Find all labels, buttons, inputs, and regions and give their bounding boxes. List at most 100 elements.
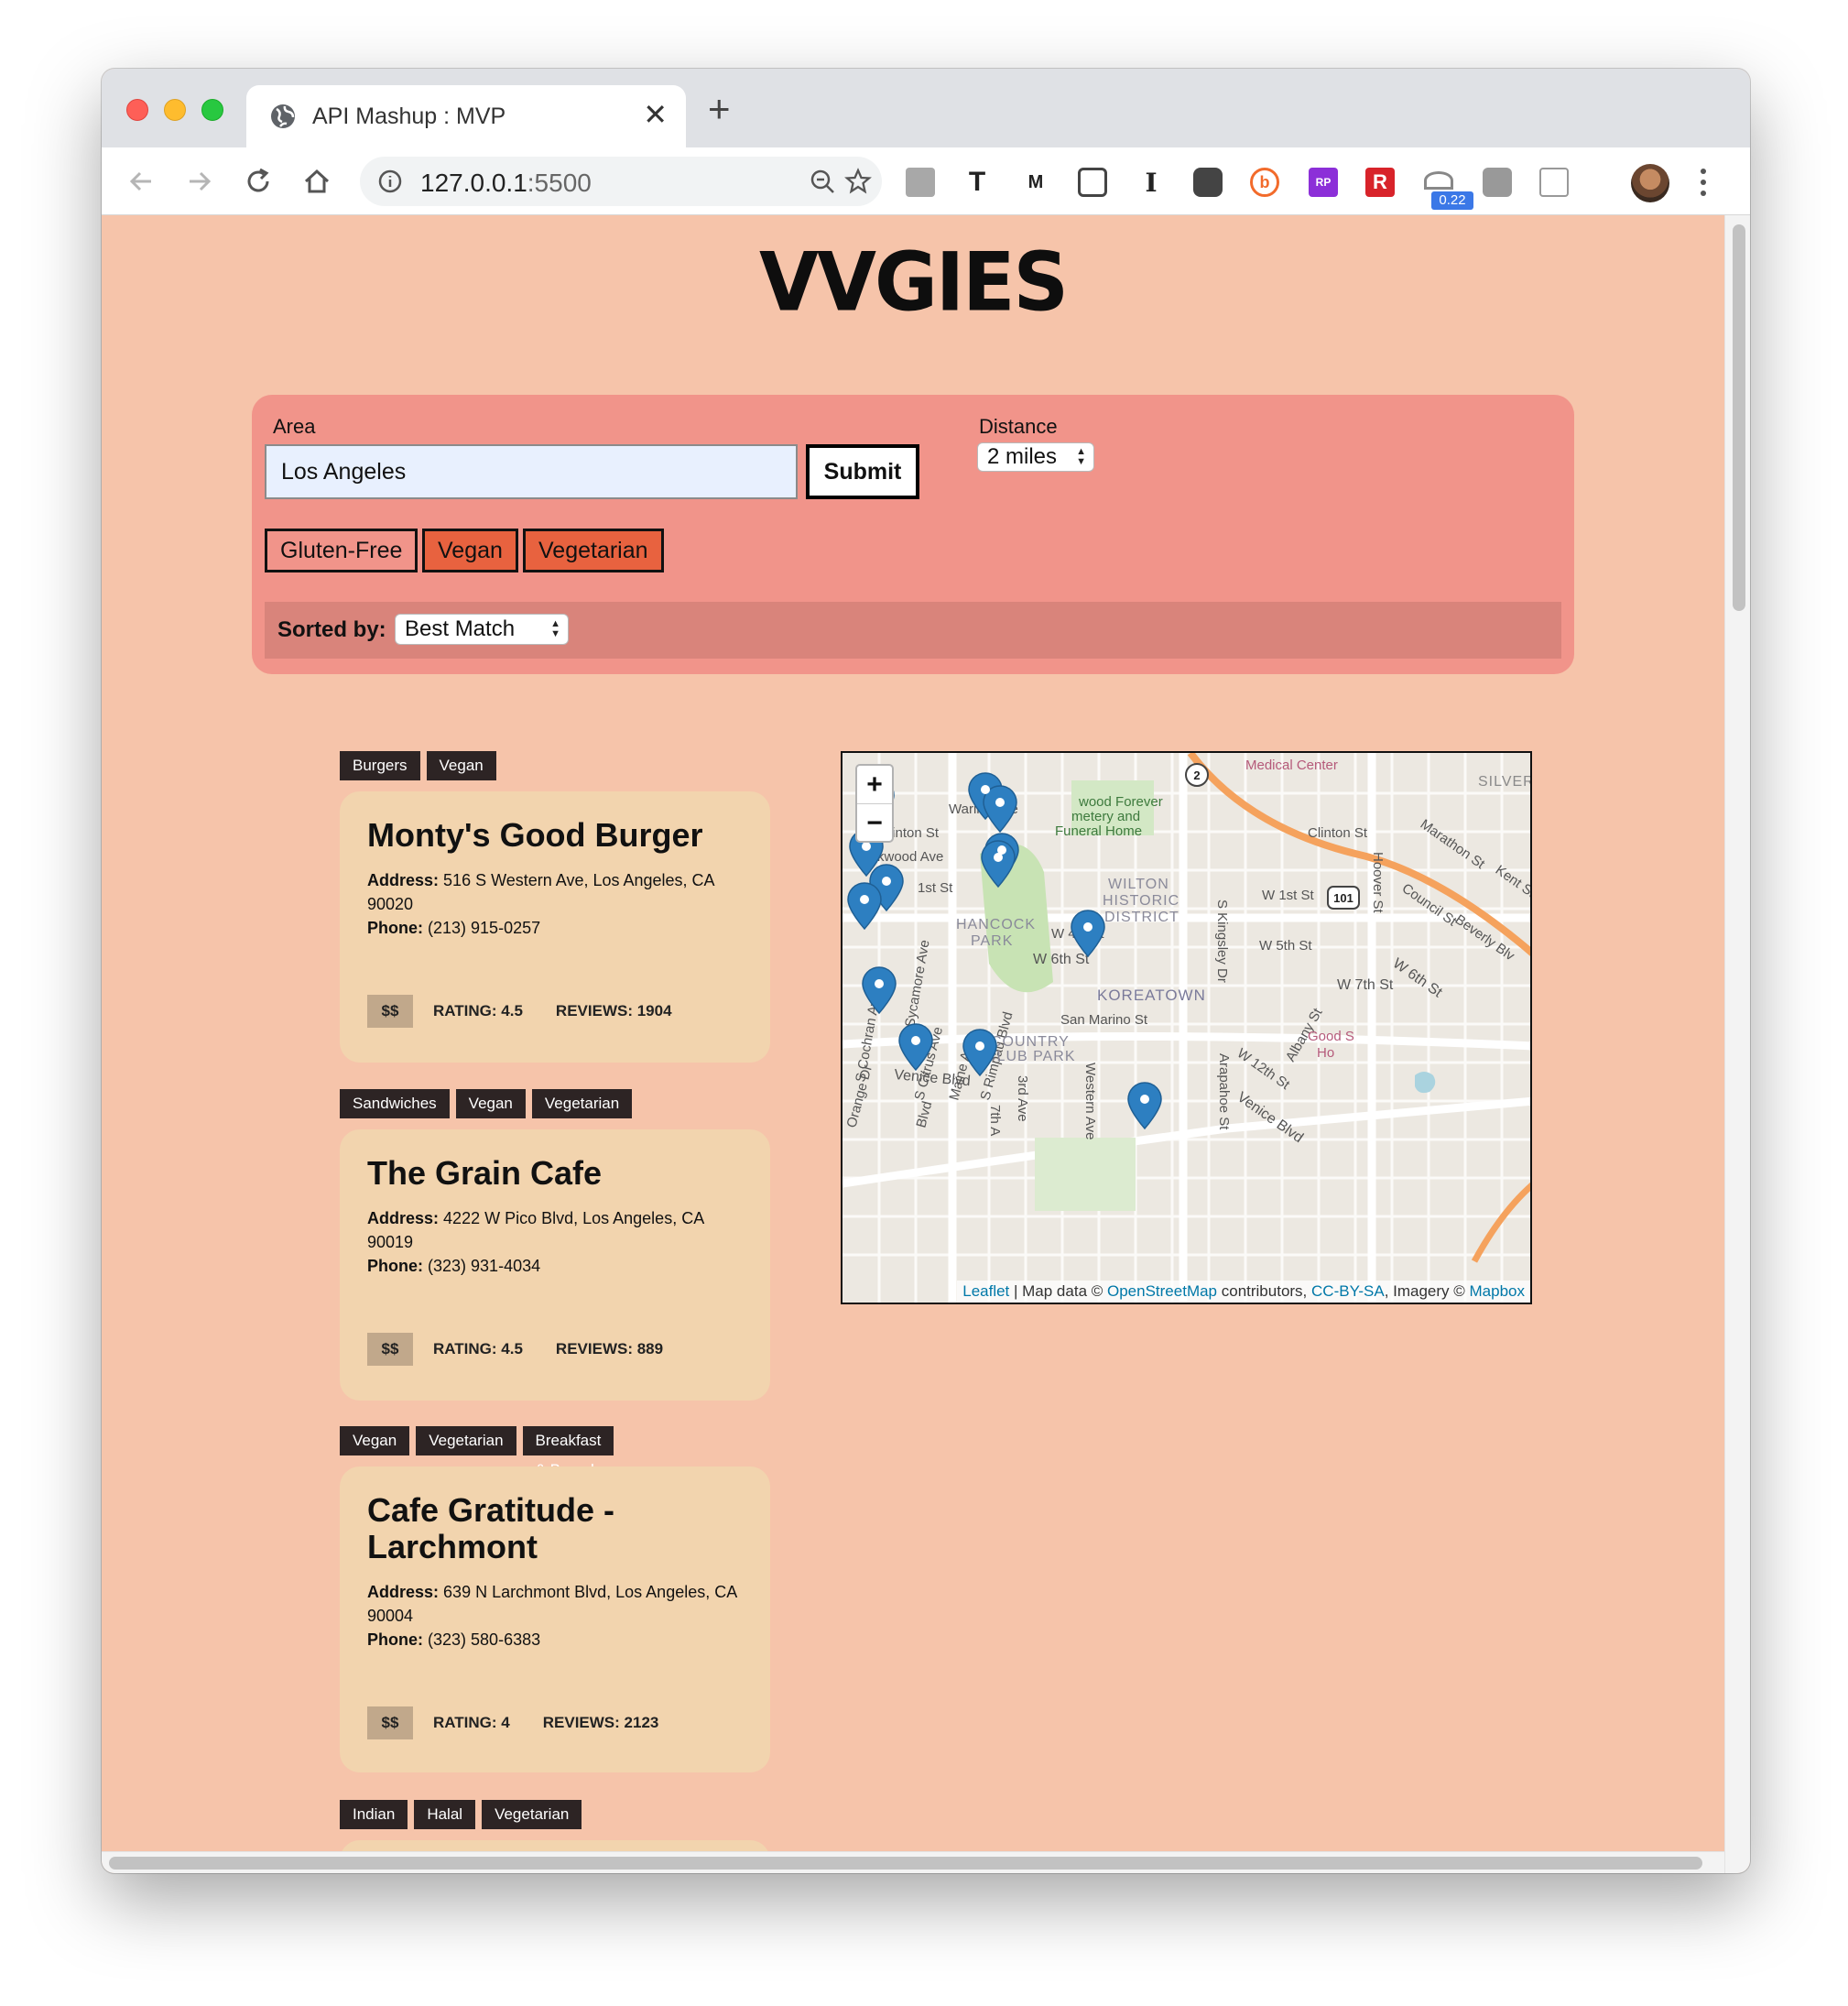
rp-extension-icon[interactable]: RP: [1309, 168, 1338, 197]
close-tab-icon[interactable]: ✕: [643, 98, 668, 131]
map-label: PARK: [971, 933, 1013, 949]
camera-extension-icon[interactable]: [1483, 168, 1512, 197]
category-tags: Indian Halal Vegetarian: [340, 1800, 582, 1829]
r-extension-icon[interactable]: R: [1365, 168, 1395, 197]
restaurant-card[interactable]: The Grain Cafe Address: 4222 W Pico Blvd…: [340, 1129, 770, 1401]
distance-select[interactable]: 2 miles ▲ ▼: [977, 442, 1094, 472]
url-text: 127.0.0.1:5500: [420, 169, 592, 198]
map-label: 7th A: [987, 1105, 1003, 1136]
restaurant-address: Address: 4222 W Pico Blvd, Los Angeles, …: [367, 1206, 752, 1254]
url-host: 127.0.0.1: [420, 169, 527, 197]
category-tags: Vegan Vegetarian Breakfast & Brunch: [340, 1426, 614, 1478]
map-label: Medical Center: [1245, 758, 1338, 773]
typography-extension-icon[interactable]: T: [962, 167, 992, 197]
category-tags: Burgers Vegan: [340, 751, 496, 780]
extension-badge: 0.22: [1431, 191, 1473, 210]
map-label: KOREATOWN: [1097, 987, 1206, 1004]
phone-label: Phone:: [367, 1257, 423, 1275]
restaurant-address: Address: 516 S Western Ave, Los Angeles,…: [367, 868, 752, 916]
orange-extension-icon[interactable]: b: [1250, 168, 1279, 197]
map-label: Clinton St: [1308, 825, 1368, 841]
area-input[interactable]: Los Angeles: [265, 444, 798, 499]
close-window-button[interactable]: [126, 99, 148, 121]
reload-icon[interactable]: [241, 164, 276, 199]
map-label: W 6th St: [1033, 952, 1090, 967]
map[interactable]: 2 101 Medical Center SILVER LA Waring Av…: [841, 751, 1532, 1304]
filter-vegetarian-button[interactable]: Vegetarian: [523, 529, 664, 572]
leaflet-link[interactable]: Leaflet: [962, 1282, 1009, 1300]
medium-extension-icon[interactable]: M: [1021, 168, 1050, 197]
price-badge: $$: [367, 1333, 413, 1366]
filter-vegan-button[interactable]: Vegan: [422, 529, 518, 572]
forward-icon[interactable]: [182, 164, 217, 199]
vertical-scrollbar[interactable]: [1724, 215, 1750, 1873]
info-icon[interactable]: [378, 169, 402, 193]
category-tag: Vegetarian: [416, 1426, 516, 1455]
browser-tab[interactable]: API Mashup : MVP ✕: [246, 85, 686, 147]
mapbox-link[interactable]: Mapbox: [1470, 1282, 1525, 1300]
map-label: W 5th St: [1259, 938, 1312, 954]
horizontal-scrollbar[interactable]: [102, 1851, 1724, 1873]
license-link[interactable]: CC-BY-SA: [1311, 1282, 1385, 1300]
map-label: HISTORIC: [1103, 893, 1179, 909]
search-form: Area Los Angeles Submit Distance 2 miles…: [252, 395, 1574, 674]
app-logo: VVGIES: [758, 234, 1069, 330]
horizontal-scroll-thumb[interactable]: [109, 1857, 1702, 1870]
map-tiles[interactable]: 2 101 Medical Center SILVER LA Waring Av…: [842, 753, 1532, 1304]
restaurant-card[interactable]: Monty's Good Burger Address: 516 S Weste…: [340, 791, 770, 1063]
back-icon[interactable]: [124, 164, 158, 199]
zoom-in-button[interactable]: +: [857, 766, 892, 803]
map-label: W 1st St: [1262, 888, 1315, 903]
zoom-out-button[interactable]: −: [857, 803, 892, 841]
briefcase-extension-icon[interactable]: [906, 168, 935, 197]
pocket-extension-icon[interactable]: [1078, 168, 1107, 197]
route-shield-2: 2: [1193, 769, 1200, 782]
filter-gluten-free-button[interactable]: Gluten-Free: [265, 529, 419, 572]
lightbulb-extension-icon[interactable]: [1193, 168, 1223, 197]
select-arrows-icon: ▲ ▼: [550, 618, 560, 639]
category-tags: Sandwiches Vegan Vegetarian: [340, 1089, 633, 1118]
route-shield-101: 101: [1333, 891, 1353, 905]
map-label: Ho: [1317, 1045, 1334, 1061]
speedometer-extension-icon[interactable]: [1424, 171, 1453, 190]
tab-bar: API Mashup : MVP ✕ +: [102, 69, 1750, 147]
restaurant-phone: Phone: (323) 931-4034: [367, 1254, 752, 1278]
phone-label: Phone:: [367, 1630, 423, 1649]
instapaper-extension-icon[interactable]: I: [1136, 168, 1166, 198]
map-label: Good S: [1308, 1029, 1354, 1044]
menu-kebab-icon[interactable]: [1699, 166, 1708, 199]
map-label: wood Forever: [1078, 794, 1163, 810]
browser-toolbar: 127.0.0.1:5500 T M I b RP R 0.22: [102, 147, 1750, 215]
sort-bar: Sorted by: Best Match ▲ ▼: [265, 602, 1561, 659]
map-label: COUNTRY: [991, 1034, 1070, 1050]
restaurant-card[interactable]: Cafe Gratitude - Larchmont Address: 639 …: [340, 1466, 770, 1772]
maximize-window-button[interactable]: [201, 99, 223, 121]
minimize-window-button[interactable]: [164, 99, 186, 121]
address-label: Address:: [367, 1583, 440, 1601]
submit-button[interactable]: Submit: [806, 444, 919, 499]
openstreetmap-link[interactable]: OpenStreetMap: [1107, 1282, 1217, 1300]
map-attribution: Leaflet | Map data © OpenStreetMap contr…: [957, 1281, 1530, 1303]
map-label: 3rd Ave: [1015, 1075, 1030, 1122]
calendar-extension-icon[interactable]: [1539, 168, 1569, 197]
page-content: VVGIES Area Los Angeles Submit Distance …: [102, 215, 1724, 1860]
new-tab-icon[interactable]: +: [708, 90, 731, 128]
attribution-text: contributors,: [1217, 1282, 1312, 1300]
vertical-scroll-thumb[interactable]: [1733, 224, 1745, 611]
map-label: S Kingsley Dr: [1214, 899, 1230, 983]
phone-value: (323) 580-6383: [428, 1630, 541, 1649]
address-bar[interactable]: 127.0.0.1:5500: [360, 157, 882, 206]
reviews: REVIEWS: 889: [555, 1340, 664, 1357]
bookmark-star-icon[interactable]: [843, 167, 873, 196]
map-label: CLUB PARK: [985, 1049, 1076, 1064]
category-tag: Vegan: [340, 1426, 410, 1455]
restaurant-name: Monty's Good Burger: [367, 816, 703, 854]
phone-value: (323) 931-4034: [428, 1257, 541, 1275]
map-label: Arapahoe St: [1216, 1053, 1232, 1130]
profile-avatar[interactable]: [1631, 164, 1669, 202]
restaurant-address: Address: 639 N Larchmont Blvd, Los Angel…: [367, 1580, 752, 1628]
home-icon[interactable]: [299, 164, 334, 199]
zoom-icon[interactable]: [809, 168, 836, 195]
select-arrows-icon: ▲ ▼: [1076, 446, 1086, 467]
sort-select[interactable]: Best Match ▲ ▼: [395, 614, 569, 645]
